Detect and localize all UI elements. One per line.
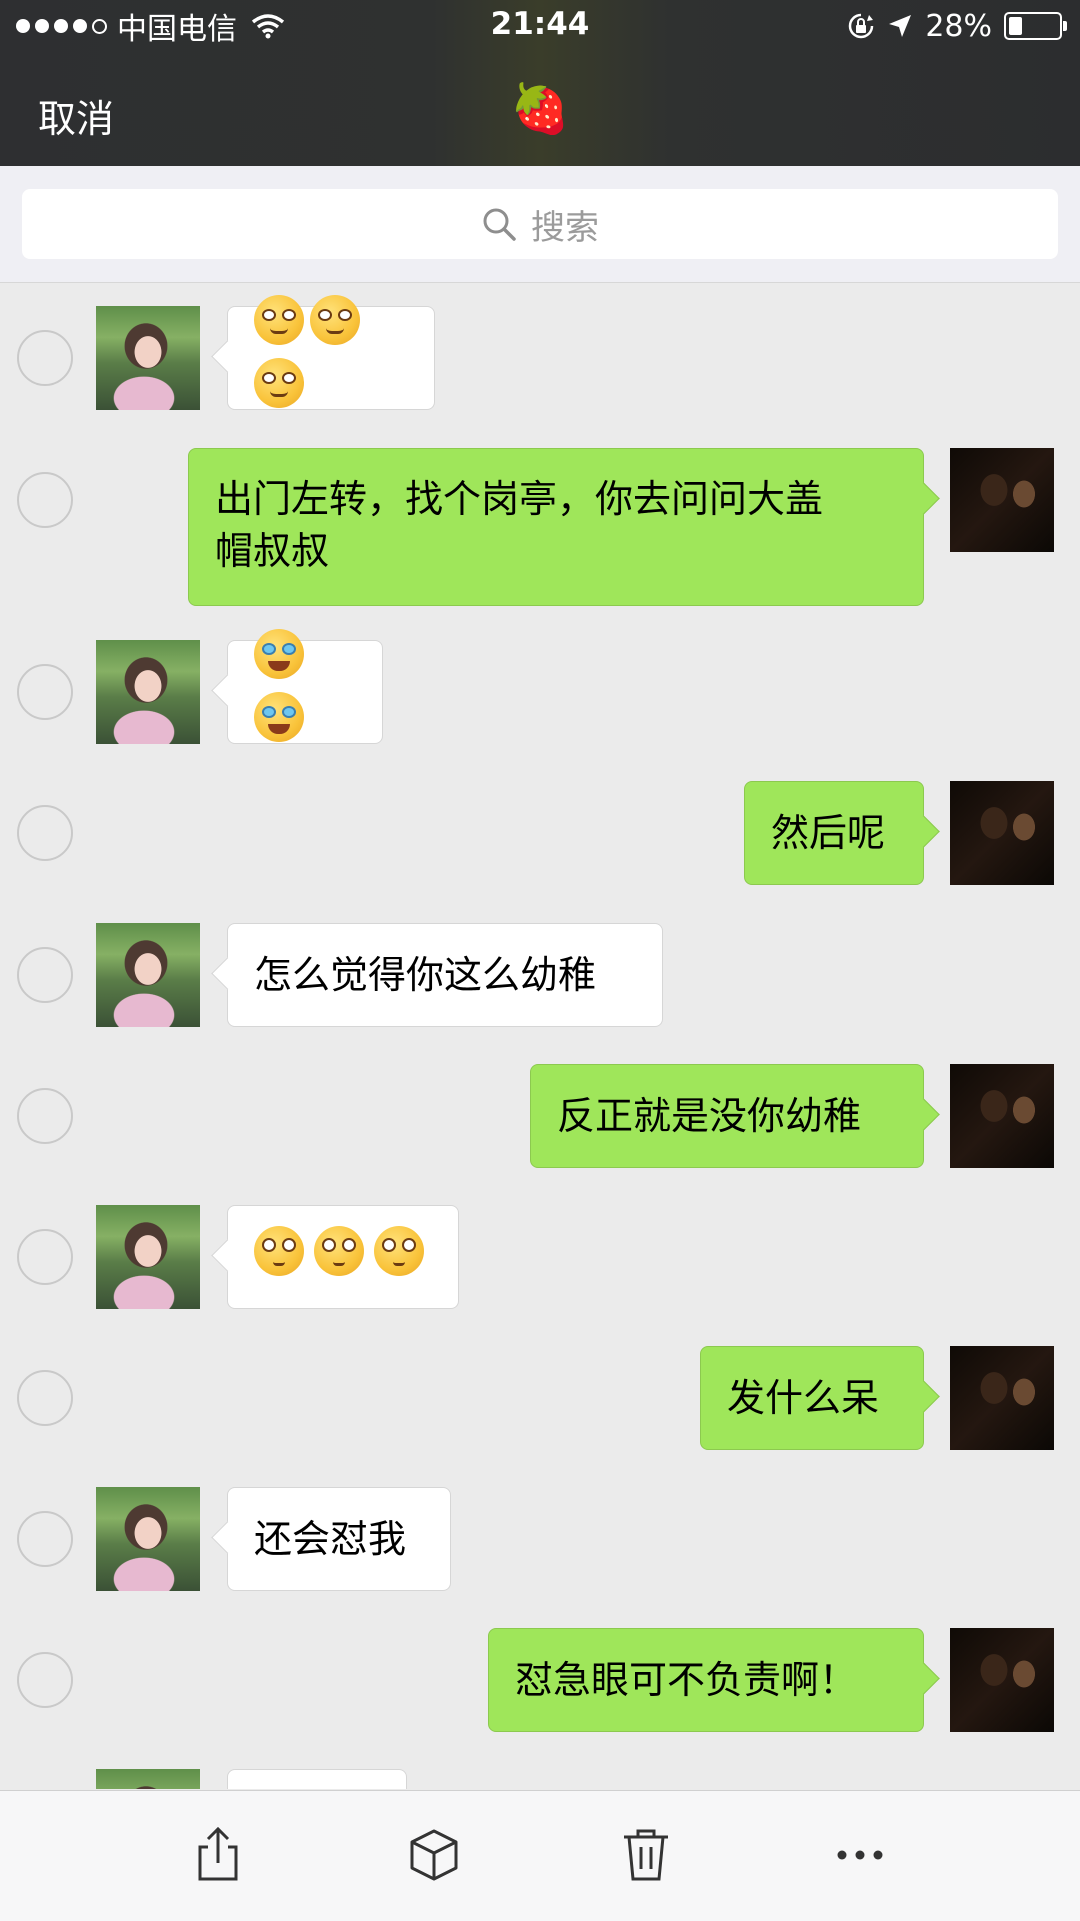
message-row	[0, 1205, 1080, 1309]
message-row: 出门左转，找个岗亭，你去问问大盖 帽叔叔	[0, 448, 1080, 606]
message-row: 发什么呆	[0, 1346, 1080, 1450]
message-text: 发什么呆	[727, 1376, 880, 1420]
select-checkbox[interactable]	[17, 1652, 73, 1708]
select-checkbox[interactable]	[17, 1229, 73, 1285]
message-text-line: 出门左转，找个岗亭，你去问问大盖	[215, 477, 824, 521]
message-row	[0, 1769, 1080, 1789]
select-checkbox[interactable]	[17, 472, 73, 528]
message-bubble[interactable]: 还会怼我	[227, 1487, 451, 1591]
status-bar: 中国电信 21:44 28%	[0, 0, 1080, 54]
crying-emoji-icon	[254, 629, 304, 679]
favorite-button[interactable]	[404, 1825, 464, 1885]
message-bubble[interactable]	[227, 1769, 407, 1789]
favorite-box-icon	[410, 1829, 458, 1881]
smirk-emoji-icon	[310, 295, 360, 345]
more-button[interactable]	[830, 1825, 890, 1885]
flushed-emoji-icon	[254, 1225, 304, 1276]
message-text: 然后呢	[771, 811, 886, 855]
more-icon	[837, 1850, 883, 1860]
message-row	[0, 629, 1080, 744]
message-text-line: 帽叔叔	[215, 529, 330, 573]
avatar[interactable]	[950, 1064, 1054, 1168]
bottom-toolbar	[0, 1790, 1080, 1921]
search-icon	[483, 208, 516, 241]
battery-percent: 28%	[925, 8, 992, 44]
message-text: 怎么觉得你这么幼稚	[254, 953, 597, 997]
avatar[interactable]	[950, 1628, 1054, 1732]
message-bubble[interactable]	[227, 629, 383, 744]
orientation-lock-icon	[849, 13, 874, 39]
select-checkbox[interactable]	[17, 330, 73, 386]
avatar[interactable]	[96, 1487, 200, 1591]
message-list: 出门左转，找个岗亭，你去问问大盖 帽叔叔 然后呢 怎么觉得你这么幼稚 反正就是没…	[0, 283, 1080, 1789]
message-row: 还会怼我	[0, 1487, 1080, 1591]
battery-icon	[1004, 12, 1067, 40]
smirk-emoji-icon	[254, 295, 304, 345]
search-area: 搜索	[0, 166, 1080, 283]
select-checkbox[interactable]	[17, 805, 73, 861]
message-bubble[interactable]	[227, 1205, 459, 1309]
avatar[interactable]	[96, 306, 200, 410]
search-placeholder: 搜索	[531, 207, 599, 248]
avatar[interactable]	[96, 1205, 200, 1309]
message-text: 反正就是没你幼稚	[557, 1094, 862, 1138]
trash-icon	[624, 1829, 668, 1881]
message-row: 怼急眼可不负责啊！	[0, 1628, 1080, 1732]
flushed-emoji-icon	[314, 1225, 364, 1276]
select-checkbox[interactable]	[17, 1088, 73, 1144]
select-checkbox[interactable]	[17, 947, 73, 1003]
message-content	[254, 295, 408, 421]
flushed-emoji-icon	[374, 1225, 424, 1276]
message-bubble[interactable]: 然后呢	[744, 781, 924, 885]
smirk-emoji-icon	[254, 358, 304, 408]
delete-button[interactable]	[616, 1825, 676, 1885]
avatar[interactable]	[950, 1346, 1054, 1450]
select-checkbox[interactable]	[17, 1370, 73, 1426]
message-text: 还会怼我	[254, 1517, 407, 1561]
search-input[interactable]: 搜索	[22, 189, 1058, 259]
avatar[interactable]	[96, 923, 200, 1027]
select-checkbox[interactable]	[17, 1511, 73, 1567]
message-row: 反正就是没你幼稚	[0, 1064, 1080, 1168]
avatar[interactable]	[950, 448, 1054, 552]
avatar[interactable]	[96, 1769, 200, 1789]
message-bubble[interactable]: 出门左转，找个岗亭，你去问问大盖 帽叔叔	[188, 448, 924, 606]
message-bubble[interactable]: 发什么呆	[700, 1346, 924, 1450]
crying-emoji-icon	[254, 692, 304, 742]
chat-title: 🍓	[510, 81, 570, 137]
share-icon	[198, 1826, 238, 1881]
avatar[interactable]	[96, 640, 200, 744]
message-content	[254, 629, 356, 755]
message-bubble[interactable]: 怼急眼可不负责啊！	[488, 1628, 924, 1732]
message-bubble[interactable]: 怎么觉得你这么幼稚	[227, 923, 663, 1027]
location-arrow-icon	[889, 15, 912, 37]
avatar[interactable]	[950, 781, 1054, 885]
message-bubble[interactable]	[227, 295, 435, 410]
message-row: 然后呢	[0, 781, 1080, 885]
select-checkbox[interactable]	[17, 664, 73, 720]
share-button[interactable]	[188, 1825, 248, 1885]
message-content	[254, 1225, 430, 1289]
top-bar: 中国电信 21:44 28% 取消 🍓	[0, 0, 1080, 166]
message-text: 怼急眼可不负责啊！	[515, 1658, 858, 1702]
message-row: 怎么觉得你这么幼稚	[0, 923, 1080, 1027]
message-bubble[interactable]: 反正就是没你幼稚	[530, 1064, 924, 1168]
message-row	[0, 295, 1080, 410]
